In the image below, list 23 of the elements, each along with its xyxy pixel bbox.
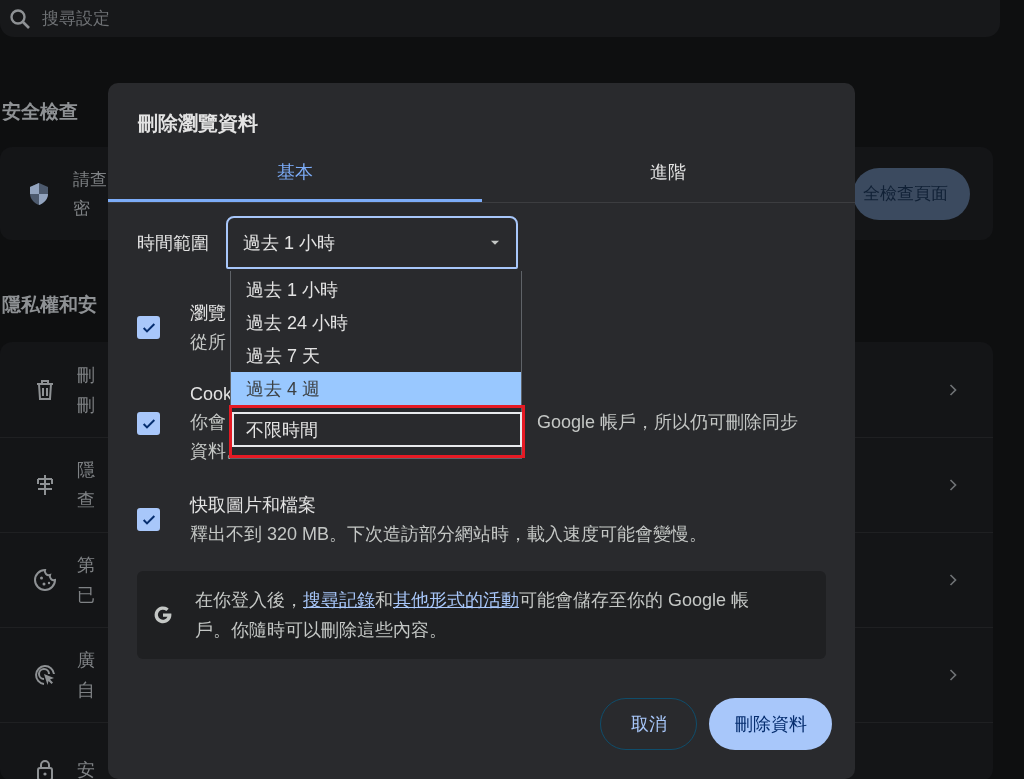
row-text: 廣 (77, 649, 95, 672)
row-text: 刪 (77, 363, 95, 387)
option-title: Cook (190, 384, 233, 405)
card-text: 密 (73, 197, 91, 220)
option-description: 釋出不到 320 MB。下次造訪部分網站時，載入速度可能會變慢。 (190, 524, 708, 544)
dialog-title: 刪除瀏覽資料 (137, 111, 259, 136)
row-text: 隱 (77, 459, 95, 482)
row-text: 查 (77, 489, 95, 512)
option-description: 你會 (190, 411, 226, 434)
info-text: 在你登入後，搜尋記錄和其他形式的活動可能會儲存至你的 Google 帳戶。你隨時可以刪除這些內容。 (195, 589, 751, 642)
option-title: 快取圖片和檔案 (190, 494, 316, 517)
option-description: 從所 (190, 332, 226, 352)
row-text: 已 (77, 584, 95, 607)
section-heading: 安全檢查 (1, 100, 78, 123)
row-text: 刪 (77, 393, 95, 417)
row-text: 安 (77, 759, 95, 779)
section-heading: 隱私權和安 (1, 293, 97, 316)
option-title: 瀏覽 (190, 302, 226, 325)
row-text: 自 (77, 679, 95, 702)
field-label: 時間範圍 (137, 231, 209, 255)
row-text: 第 (77, 554, 95, 577)
card-text: 請查 (73, 168, 107, 191)
option-description: Google 帳戶，所以仍可刪除同步 (537, 411, 799, 434)
